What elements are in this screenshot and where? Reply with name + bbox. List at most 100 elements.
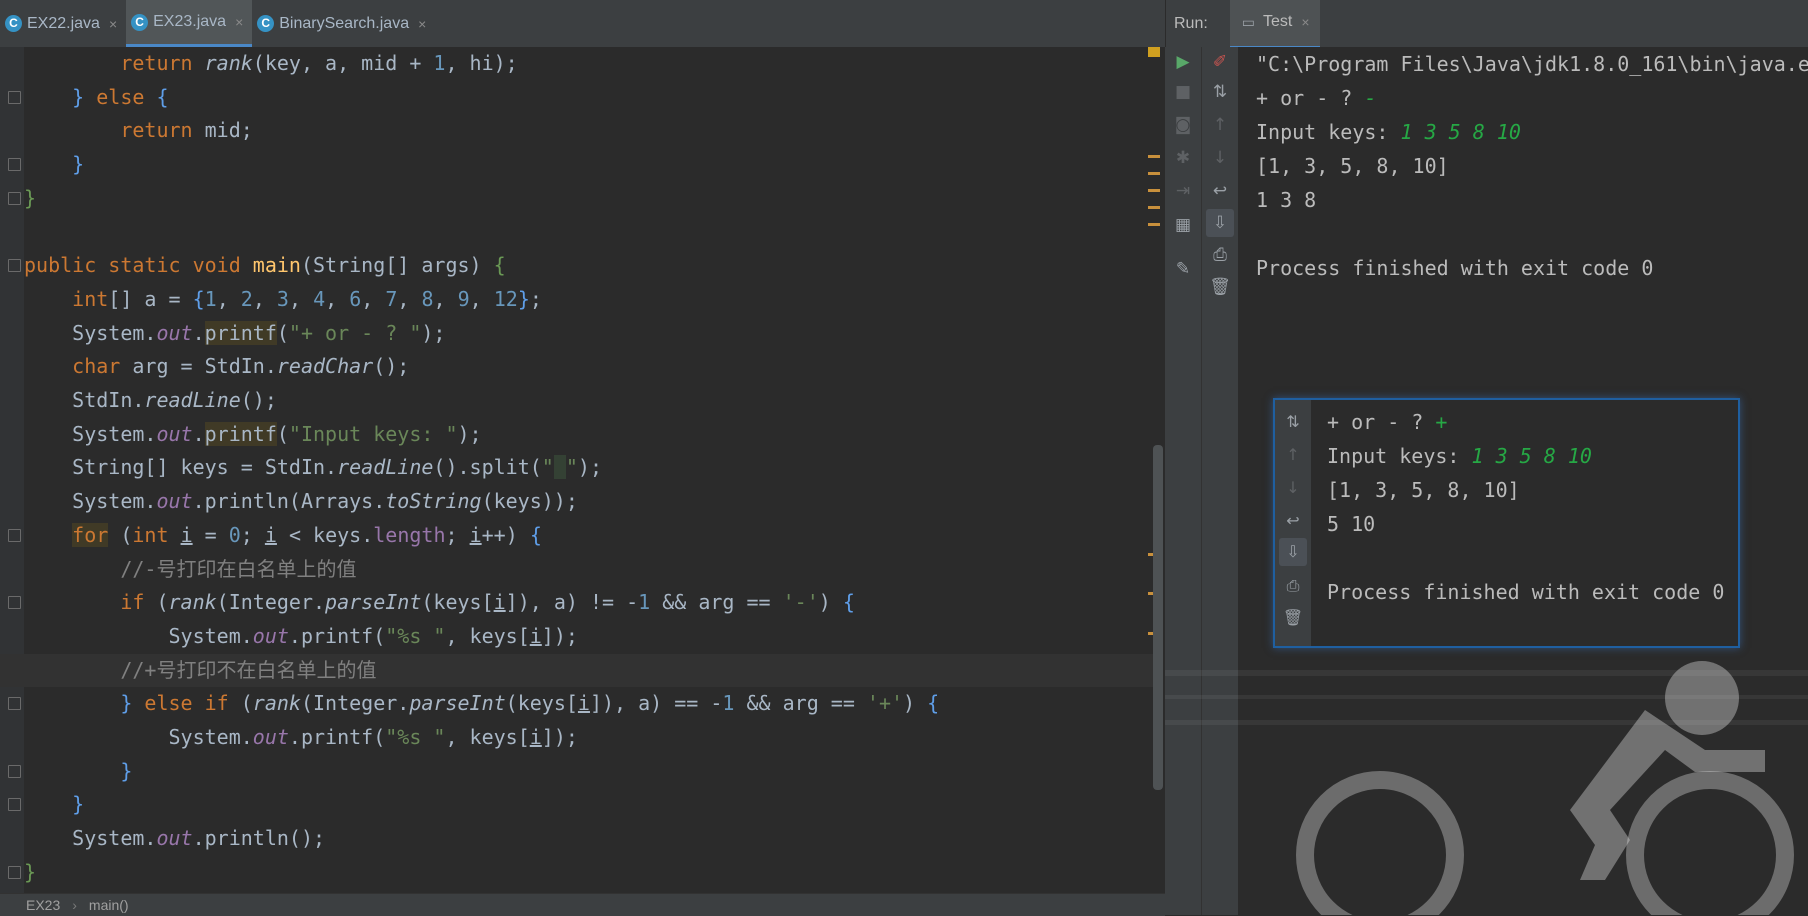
breadcrumb-class[interactable]: EX23 xyxy=(26,897,60,913)
console-prompt: Input keys: xyxy=(1327,444,1472,468)
code-line: } xyxy=(0,856,1160,890)
breadcrumb-separator: › xyxy=(72,897,77,913)
scroll-marker[interactable] xyxy=(1148,223,1160,226)
code-line: int[] a = {1, 2, 3, 4, 6, 7, 8, 9, 12}; xyxy=(72,286,542,311)
fold-marker-icon[interactable] xyxy=(8,865,21,879)
soft-wrap-icon[interactable]: ↩ xyxy=(1279,507,1307,535)
tab-ex23[interactable]: C EX23.java × xyxy=(126,0,253,47)
run-label: Run: xyxy=(1174,14,1208,32)
code-comment: //+号打印不在白名单上的值 xyxy=(120,657,377,682)
java-class-icon: C xyxy=(5,15,22,32)
tab-ex22[interactable]: C EX22.java × xyxy=(0,0,126,47)
code-line: System.out.println(); xyxy=(24,826,326,851)
code-line: if (rank(Integer.parseInt(keys[i]), a) !… xyxy=(0,586,1160,620)
code-line: System.out.printf("%s ", keys[i]); xyxy=(24,725,578,749)
stop-icon[interactable]: ■ xyxy=(1169,78,1197,106)
close-icon[interactable]: × xyxy=(235,14,243,30)
java-class-icon: C xyxy=(131,13,149,31)
console-line: [1, 3, 5, 8, 10] xyxy=(1256,154,1449,178)
code-line: } xyxy=(0,148,1160,182)
console-line: Process finished with exit code 0 xyxy=(1256,256,1654,280)
fold-marker-icon[interactable] xyxy=(8,764,21,778)
console-line: Input keys: 1 3 5 8 10 xyxy=(1256,115,1521,149)
scroll-to-end-icon[interactable]: ⇩ xyxy=(1279,538,1307,566)
run-tab-test[interactable]: ▭ Test × xyxy=(1229,0,1320,49)
popup-toolbar: ⇅ ↑ ↓ ↩ ⇩ ⎙ 🗑 xyxy=(1275,400,1311,646)
camera-icon[interactable]: ◙ xyxy=(1169,111,1197,139)
console-user-input: 1 3 5 8 10 xyxy=(1471,444,1592,468)
print-icon[interactable]: ⎙ xyxy=(1279,572,1307,600)
close-icon[interactable]: × xyxy=(109,16,117,32)
code-comment: //-号打印在白名单上的值 xyxy=(120,556,357,581)
tab-binarysearch[interactable]: C BinarySearch.java × xyxy=(252,0,435,47)
breadcrumb-method[interactable]: main() xyxy=(89,897,129,913)
breadcrumb: EX23 › main() xyxy=(0,893,1165,916)
console-line: "C:\Program Files\Java\jdk1.8.0_161\bin\… xyxy=(1256,52,1808,76)
fold-marker-icon[interactable] xyxy=(8,259,21,273)
run-toolbar-left: ▶ ■ ◙ ✱ ⇥ ▦ ✎ xyxy=(1165,47,1201,915)
scroll-marker[interactable] xyxy=(1148,206,1160,209)
code-line: System.out.printf("Input keys: "); xyxy=(24,421,482,446)
print-icon[interactable]: ⎙ xyxy=(1206,241,1234,269)
code-line: StdIn.readLine(); xyxy=(24,388,277,412)
code-line: } xyxy=(0,182,1160,216)
console-prompt: Input keys: xyxy=(1256,120,1401,144)
debug-icon[interactable]: ✱ xyxy=(1169,144,1197,172)
sort-icon[interactable]: ⇅ xyxy=(1206,78,1234,106)
fold-marker-icon[interactable] xyxy=(8,596,21,610)
scroll-to-end-icon[interactable]: ⇩ xyxy=(1206,209,1234,237)
popup-line: Input keys: 1 3 5 8 10 xyxy=(1327,439,1592,473)
console-user-input: + xyxy=(1435,410,1448,434)
exit-icon[interactable]: ⇥ xyxy=(1169,177,1197,205)
code-line: //-号打印在白名单上的值 xyxy=(0,553,1160,587)
run-toolbar-right: ✐ ⇅ ↑ ↓ ↩ ⇩ ⎙ 🗑 xyxy=(1201,47,1238,915)
arrow-down-icon[interactable]: ↓ xyxy=(1206,144,1234,172)
pin-icon[interactable]: ✎ xyxy=(1169,255,1197,283)
layout-icon[interactable]: ▦ xyxy=(1169,211,1197,239)
code-line: System.out.printf("+ or - ? "); xyxy=(24,320,446,345)
scroll-marker[interactable] xyxy=(1148,155,1160,158)
fold-marker-icon[interactable] xyxy=(8,191,21,205)
tab-label: BinarySearch.java xyxy=(279,14,410,32)
scroll-marker[interactable] xyxy=(1148,189,1160,192)
fold-marker-icon[interactable] xyxy=(8,798,21,812)
sort-icon[interactable]: ⇅ xyxy=(1279,408,1307,436)
java-class-icon: C xyxy=(257,15,275,32)
arrow-up-icon[interactable]: ↑ xyxy=(1279,441,1307,469)
scroll-marker[interactable] xyxy=(1148,172,1160,175)
fold-marker-icon[interactable] xyxy=(8,158,21,172)
console-line: 1 3 8 xyxy=(1256,188,1317,212)
run-output-popup: ⇅ ↑ ↓ ↩ ⇩ ⎙ 🗑 + or - ? + Input keys: 1 3… xyxy=(1273,398,1740,648)
console-line: + or - ? - xyxy=(1256,81,1376,115)
rerun-icon[interactable]: ▶ xyxy=(1169,48,1197,76)
close-icon[interactable]: × xyxy=(418,16,426,32)
trash-icon[interactable]: 🗑 xyxy=(1206,273,1234,301)
console-prompt: + or - ? xyxy=(1327,410,1436,434)
code-line: } else if (rank(Integer.parseInt(keys[i]… xyxy=(0,687,1160,721)
editor-scrollbar[interactable] xyxy=(1153,445,1163,790)
fold-marker-icon[interactable] xyxy=(8,90,21,104)
popup-line: 5 10 xyxy=(1327,512,1376,536)
code-line: public static void main(String[] args) { xyxy=(0,249,1160,283)
fold-marker-icon[interactable] xyxy=(8,528,21,542)
arrow-up-icon[interactable]: ↑ xyxy=(1206,111,1234,139)
analysis-status-icon[interactable] xyxy=(1148,47,1160,57)
code-line: char arg = StdIn.readChar(); xyxy=(72,354,410,379)
code-line: return rank(key, a, mid + 1, hi); xyxy=(120,51,518,75)
code-line: } else { xyxy=(0,81,1160,115)
soft-wrap-icon[interactable]: ↩ xyxy=(1206,177,1234,205)
trash-icon[interactable]: 🗑 xyxy=(1279,604,1307,632)
arrow-down-icon[interactable]: ↓ xyxy=(1279,474,1307,502)
code-line: } xyxy=(0,788,1160,822)
run-tab-label: Test xyxy=(1263,13,1293,30)
close-icon[interactable]: × xyxy=(1301,14,1309,30)
run-panel-header: Run: ▭ Test × xyxy=(1165,0,1808,49)
fold-marker-icon[interactable] xyxy=(8,697,21,711)
code-editor[interactable]: return rank(key, a, mid + 1, hi); } else… xyxy=(0,47,1165,893)
tab-label: EX23.java xyxy=(153,13,227,30)
code-line: for (int i = 0; i < keys.length; i++) { xyxy=(0,519,1160,553)
clear-edit-icon[interactable]: ✐ xyxy=(1206,48,1234,76)
code-line: return mid; xyxy=(120,118,253,143)
console-user-input: 1 3 5 8 10 xyxy=(1400,120,1521,144)
